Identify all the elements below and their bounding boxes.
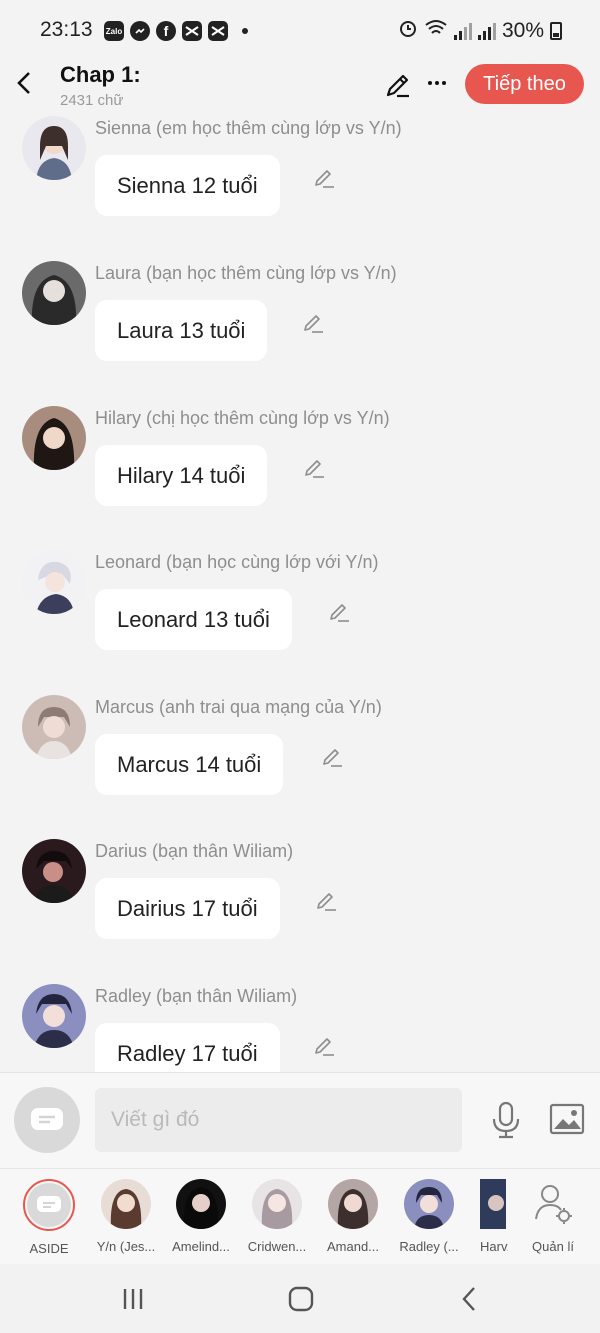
avatar [404,1179,454,1229]
edit-message-icon[interactable] [320,745,344,769]
chat-bubble-icon [37,1196,61,1212]
chapter-title: Chap 1: [60,62,141,87]
character-label: Cridwen... [247,1239,307,1254]
alarm-icon [398,18,418,44]
sender-name: Hilary (chị học thêm cùng lớp vs Y/n) [95,408,390,428]
battery-icon [550,22,562,40]
avatar [176,1179,226,1229]
edit-message-icon[interactable] [302,456,326,480]
avatar[interactable] [22,550,86,614]
message-bubble[interactable]: Radley 17 tuổi [95,1023,280,1072]
avatar[interactable] [22,261,86,325]
character-label: Quản lí [532,1239,574,1254]
sender-name: Marcus (anh trai qua mạng của Y/n) [95,697,382,717]
next-button[interactable]: Tiếp theo [465,64,584,104]
status-bar: 23:13 Zalo f 30% [0,0,600,60]
more-notifications-dot [242,28,248,34]
home-icon[interactable] [286,1284,316,1314]
capcut-icon [182,21,202,41]
editor-header: Chap 1: 2431 chữ Tiếp theo [0,60,600,116]
edit-message-icon[interactable] [312,1034,336,1058]
message-item: Laura (bạn học thêm cùng lớp vs Y/n) Lau… [0,261,600,405]
facebook-icon: f [156,21,176,41]
pencil-icon [386,74,409,98]
signal-icon-2 [477,22,496,40]
wifi-icon [424,19,448,43]
message-bubble[interactable]: Hilary 14 tuổi [95,445,268,506]
aside-mode-button[interactable] [14,1087,80,1153]
avatar [480,1179,506,1229]
edit-message-icon[interactable] [327,600,351,624]
microphone-icon[interactable] [489,1101,523,1139]
image-icon[interactable] [549,1103,585,1135]
avatar[interactable] [22,116,86,180]
character-item[interactable]: Amand... [316,1179,390,1254]
aside-avatar [23,1179,75,1231]
edit-message-icon[interactable] [314,889,338,913]
more-options-button[interactable] [422,68,452,98]
character-item[interactable]: Y/n (Jes... [89,1179,163,1254]
character-item[interactable]: Cridwen... [240,1179,314,1254]
character-label: ASIDE [29,1241,69,1256]
sender-name: Radley (bạn thân Wiliam) [95,986,298,1006]
message-item: Marcus (anh trai qua mạng của Y/n) Marcu… [0,695,600,839]
sender-name: Leonard (bạn học cùng lớp với Y/n) [95,552,379,572]
recent-apps-icon[interactable] [118,1284,148,1314]
avatar[interactable] [22,984,86,1048]
message-bubble[interactable]: Laura 13 tuổi [95,300,268,361]
character-label: Radley (... [399,1239,459,1254]
status-time: 23:13 [40,18,93,41]
character-bar[interactable]: ASIDE Y/n (Jes... Amelind... Cridwen... … [0,1168,600,1264]
battery-text: 30% [501,19,544,42]
character-aside[interactable]: ASIDE [12,1179,86,1256]
edit-message-icon[interactable] [312,166,336,190]
more-dots-icon [428,81,446,85]
character-item[interactable]: Amelind... [164,1179,238,1254]
message-item: Radley (bạn thân Wiliam) Radley 17 tuổi [0,984,600,1072]
notification-icons: Zalo f [104,21,248,41]
message-list[interactable]: Sienna (em học thêm cùng lớp vs Y/n) Sie… [0,116,600,1072]
message-bubble[interactable]: Sienna 12 tuổi [95,155,280,216]
signal-icon [453,22,472,40]
avatar[interactable] [22,695,86,759]
sender-name: Sienna (em học thêm cùng lớp vs Y/n) [95,118,402,138]
capcut-icon [208,21,228,41]
sender-name: Laura (bạn học thêm cùng lớp vs Y/n) [95,263,397,283]
back-button[interactable] [12,68,36,98]
message-item: Darius (bạn thân Wiliam) Dairius 17 tuổi [0,839,600,983]
avatar[interactable] [22,406,86,470]
message-item: Hilary (chị học thêm cùng lớp vs Y/n) Hi… [0,406,600,550]
avatar [328,1179,378,1229]
character-item[interactable]: Radley (... [392,1179,466,1254]
messenger-icon [130,21,150,41]
sender-name: Darius (bạn thân Wiliam) [95,841,294,861]
message-bubble[interactable]: Marcus 14 tuổi [95,734,284,795]
manage-characters-button[interactable]: Quản lí [516,1179,590,1254]
edit-title-button[interactable] [383,70,413,100]
character-item[interactable]: Harv... [468,1179,508,1254]
character-label: Harv... [480,1239,508,1254]
avatar [252,1179,302,1229]
back-nav-icon[interactable] [455,1284,485,1314]
composer [0,1072,600,1168]
word-count: 2431 chữ [60,92,124,109]
system-navigation-bar [0,1264,600,1333]
chat-bubble-icon [31,1108,63,1130]
character-label: Amelind... [172,1239,230,1254]
zalo-icon: Zalo [104,21,124,41]
message-bubble[interactable]: Leonard 13 tuổi [95,589,292,650]
character-label: Y/n (Jes... [96,1239,156,1254]
chevron-left-icon [17,72,30,94]
message-input[interactable] [95,1088,462,1152]
message-item: Leonard (bạn học cùng lớp với Y/n) Leona… [0,550,600,694]
character-label: Amand... [326,1239,380,1254]
message-bubble[interactable]: Dairius 17 tuổi [95,878,280,939]
manage-icon [528,1179,578,1229]
edit-message-icon[interactable] [301,311,325,335]
avatar [101,1179,151,1229]
message-item: Sienna (em học thêm cùng lớp vs Y/n) Sie… [0,116,600,260]
avatar[interactable] [22,839,86,903]
system-indicators: 30% [398,18,562,44]
